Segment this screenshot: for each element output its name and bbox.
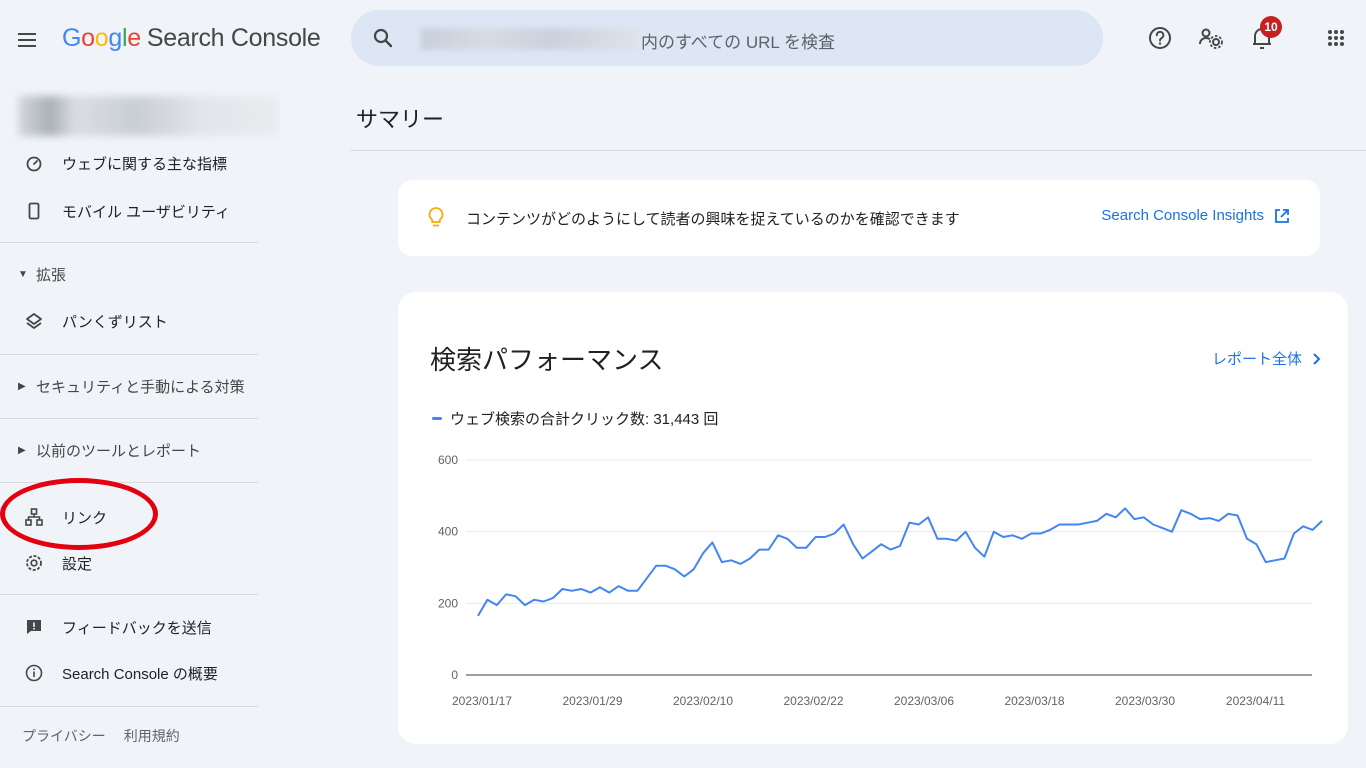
url-inspection-search[interactable]: 内のすべての URL を検査: [351, 10, 1103, 66]
full-report-label: レポート全体: [1211, 351, 1302, 368]
divider: [350, 150, 1366, 151]
search-console-logo[interactable]: Google Search Console: [62, 24, 321, 53]
speedometer-icon: [26, 156, 42, 172]
nav-label: Search Console の概要: [62, 665, 218, 683]
manage-users-icon[interactable]: [1197, 24, 1225, 52]
x-tick-label: 2023/02/22: [783, 694, 843, 708]
open-in-new-icon: [1275, 208, 1289, 223]
divider: [0, 418, 258, 419]
menu-icon[interactable]: [18, 26, 48, 54]
divider: [0, 594, 258, 595]
performance-card: 検索パフォーマンス レポート全体 ウェブ検索の合計クリック数: 31,443 回…: [398, 292, 1348, 744]
nav-section-legacy-tools[interactable]: ▶ 以前のツールとレポート: [0, 432, 258, 468]
layers-icon: [26, 313, 42, 329]
insights-banner: コンテンツがどのようにして読者の興味を捉えているのかを確認できます Search…: [398, 180, 1320, 256]
search-placeholder[interactable]: 内のすべての URL を検査: [641, 28, 835, 53]
divider: [0, 482, 258, 483]
performance-title: 検索パフォーマンス: [430, 345, 664, 375]
caret-down-icon: ▼: [18, 268, 28, 280]
nav-label: パンくずリスト: [62, 313, 168, 331]
notification-count-badge: 10: [1260, 16, 1282, 38]
page-title: サマリー: [356, 107, 445, 132]
product-name: Search Console: [146, 24, 321, 52]
x-tick-label: 2023/01/17: [452, 694, 512, 708]
legend-label: ウェブ検索の合計クリック数: 31,443 回: [450, 411, 719, 428]
apps-grid-icon[interactable]: [1322, 24, 1350, 52]
x-tick-label: 2023/03/30: [1115, 694, 1175, 708]
nav-label: モバイル ユーザビリティ: [62, 203, 230, 221]
main-content: サマリー コンテンツがどのようにして読者の興味を捉えているのかを確認できます S…: [280, 80, 1366, 768]
section-label: セキュリティと手動による対策: [36, 378, 245, 396]
property-url-blurred: [421, 28, 639, 50]
nav-item-links[interactable]: リンク: [0, 498, 258, 536]
nav-section-enhancements[interactable]: ▼ 拡張: [0, 256, 258, 292]
top-app-bar: Google Search Console 内のすべての URL を検査 10: [0, 0, 1366, 80]
nav-label: リンク: [62, 509, 108, 527]
nav-label: 設定: [62, 555, 93, 573]
nav-section-security[interactable]: ▶ セキュリティと手動による対策: [0, 368, 258, 404]
x-tick-label: 2023/04/11: [1226, 694, 1285, 708]
chart-legend[interactable]: ウェブ検索の合計クリック数: 31,443 回: [432, 408, 718, 429]
y-tick-label: 200: [438, 596, 458, 610]
nav-item-core-web-vitals[interactable]: ウェブに関する主な指標: [0, 144, 258, 182]
x-tick-label: 2023/03/06: [894, 694, 954, 708]
caret-right-icon: ▶: [18, 444, 26, 456]
feedback-icon: [27, 620, 41, 634]
clicks-line-chart[interactable]: 600 400 200 0 2023/01/17 2023/01/29 2023/02/10…: [398, 442, 1348, 742]
sitemap-icon: [25, 508, 43, 526]
insights-link-label: Search Console Insights: [1101, 207, 1264, 224]
full-report-link[interactable]: レポート全体: [1212, 348, 1322, 369]
help-icon[interactable]: [1146, 24, 1174, 52]
info-icon: [25, 664, 43, 682]
y-tick-label: 0: [451, 668, 458, 682]
gear-icon: [26, 555, 42, 571]
y-tick-label: 400: [438, 525, 458, 539]
search-console-insights-link[interactable]: Search Console Insights: [1101, 207, 1290, 224]
divider: [0, 242, 258, 243]
privacy-link[interactable]: プライバシー: [22, 726, 106, 746]
chevron-right-icon: [1313, 352, 1321, 365]
x-tick-label: 2023/02/10: [673, 694, 733, 708]
nav-item-mobile-usability[interactable]: モバイル ユーザビリティ: [0, 192, 258, 230]
nav-item-send-feedback[interactable]: フィードバックを送信: [0, 608, 258, 646]
clicks-series-line[interactable]: [477, 507, 1323, 617]
section-label: 拡張: [36, 266, 67, 284]
nav-item-settings[interactable]: 設定: [0, 544, 258, 582]
nav-item-about-search-console[interactable]: Search Console の概要: [0, 654, 258, 692]
x-tick-label: 2023/03/18: [1004, 694, 1064, 708]
lightbulb-icon: [428, 207, 444, 227]
footer-links: プライバシー 利用規約: [22, 726, 180, 746]
caret-right-icon: ▶: [18, 380, 26, 392]
insights-text: コンテンツがどのようにして読者の興味を捉えているのかを確認できます: [466, 211, 960, 228]
y-tick-label: 600: [438, 453, 458, 467]
navigation-drawer: ウェブに関する主な指標 モバイル ユーザビリティ ▼ 拡張 パンくずリスト ▶ …: [0, 80, 280, 768]
nav-label: ウェブに関する主な指標: [62, 155, 228, 173]
legend-swatch: [432, 417, 442, 420]
search-icon[interactable]: [371, 26, 395, 50]
divider: [0, 706, 258, 707]
x-tick-label: 2023/01/29: [562, 694, 622, 708]
smartphone-icon: [28, 202, 40, 220]
nav-label: フィードバックを送信: [62, 619, 212, 637]
divider: [0, 354, 258, 355]
section-label: 以前のツールとレポート: [36, 442, 202, 460]
terms-link[interactable]: 利用規約: [124, 726, 180, 746]
property-selector-blurred[interactable]: [18, 96, 280, 136]
notifications-icon[interactable]: 10: [1248, 16, 1282, 52]
nav-item-breadcrumbs[interactable]: パンくずリスト: [0, 302, 258, 340]
